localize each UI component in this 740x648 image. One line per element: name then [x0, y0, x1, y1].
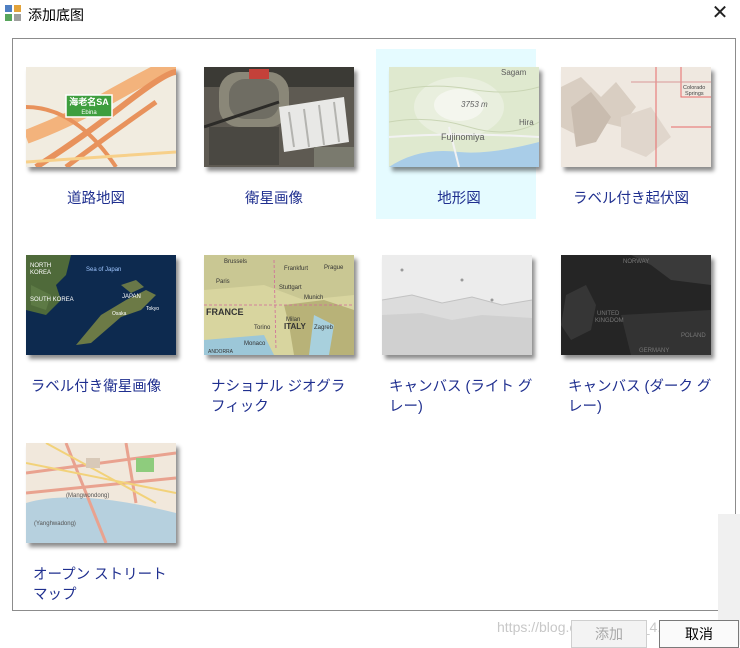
svg-text:Springs: Springs [685, 91, 704, 97]
svg-text:Brussels: Brussels [224, 259, 247, 265]
svg-text:POLAND: POLAND [681, 333, 706, 339]
svg-text:Tokyo: Tokyo [146, 306, 159, 312]
basemap-label: キャンバス (ダーク グレー) [568, 379, 712, 415]
svg-text:Osaka: Osaka [112, 311, 127, 317]
svg-text:Stuttgart: Stuttgart [279, 285, 302, 291]
basemap-dark-gray-canvas[interactable]: NORWAY UNITED KINGDOM POLAND GERMANY キャン… [548, 237, 711, 415]
svg-text:Sagam: Sagam [501, 68, 527, 77]
title-bar: 添加底图 ✕ [0, 0, 740, 28]
basemap-label: ラベル付き衛星画像 [30, 379, 162, 395]
basemap-shaded-relief-labels[interactable]: Colorado Springs ラベル付き起伏図 [548, 49, 711, 219]
basemap-imagery-labels[interactable]: NORTH KOREA Sea of Japan SOUTH KOREA JAP… [13, 237, 176, 407]
basemap-app-icon [5, 5, 21, 21]
svg-text:Sea of Japan: Sea of Japan [86, 267, 121, 273]
svg-text:UNITED: UNITED [597, 311, 620, 317]
svg-text:Munich: Munich [304, 295, 323, 301]
basemap-openstreetmap[interactable]: (Mangwondong) (Yanghwadong) オープン ストリート マ… [13, 425, 176, 603]
road-thumbnail: 海老名SA Ebina [26, 67, 176, 167]
basemap-label: オープン ストリート マップ [33, 567, 167, 603]
basemap-light-gray-canvas[interactable]: キャンバス (ライト グレー) [369, 237, 532, 415]
basemap-topographic[interactable]: 3753 m Fujinomiya Sagam Hira 地形図 [376, 49, 539, 219]
openstreetmap-thumbnail: (Mangwondong) (Yanghwadong) [26, 443, 176, 543]
svg-text:KINGDOM: KINGDOM [595, 318, 624, 324]
svg-text:ANDORRA: ANDORRA [208, 349, 234, 355]
relief-thumbnail: Colorado Springs [561, 67, 711, 167]
svg-text:SOUTH KOREA: SOUTH KOREA [30, 297, 74, 303]
light-gray-canvas-thumbnail [382, 255, 532, 355]
svg-text:(Yanghwadong): (Yanghwadong) [34, 521, 76, 527]
basemap-label: 衛星画像 [245, 191, 303, 207]
svg-text:Torino: Torino [254, 325, 271, 331]
svg-text:GERMANY: GERMANY [639, 348, 669, 354]
basemap-label: キャンバス (ライト グレー) [389, 379, 533, 415]
road-sign-label: 海老名SA [69, 96, 109, 107]
add-button[interactable]: 添加 [571, 620, 647, 648]
svg-text:Frankfurt: Frankfurt [284, 266, 308, 272]
basemap-gallery: 海老名SA Ebina 道路地図 衛星画像 3753 m Fujinomiya … [12, 38, 736, 611]
basemap-label: ラベル付き起伏図 [573, 191, 689, 207]
svg-text:FRANCE: FRANCE [206, 307, 244, 317]
cancel-button[interactable]: 取消 [659, 620, 739, 648]
imagery-labels-thumbnail: NORTH KOREA Sea of Japan SOUTH KOREA JAP… [26, 255, 176, 355]
svg-text:NORWAY: NORWAY [623, 259, 649, 265]
basemap-label: ナショナル ジオグラフィック [211, 379, 346, 415]
close-icon[interactable]: ✕ [708, 2, 732, 24]
basemap-label: 道路地図 [67, 191, 125, 207]
topographic-thumbnail: 3753 m Fujinomiya Sagam Hira [389, 67, 539, 167]
svg-text:Prague: Prague [324, 265, 344, 271]
basemap-satellite[interactable]: 衛星画像 [191, 49, 354, 219]
svg-text:KOREA: KOREA [30, 270, 51, 276]
dark-gray-canvas-thumbnail: NORWAY UNITED KINGDOM POLAND GERMANY [561, 255, 711, 355]
svg-text:Monaco: Monaco [244, 341, 266, 347]
satellite-thumbnail [204, 67, 354, 167]
svg-text:Zagreb: Zagreb [314, 325, 334, 331]
svg-text:Fujinomiya: Fujinomiya [441, 132, 485, 142]
basemap-road[interactable]: 海老名SA Ebina 道路地図 [13, 49, 176, 219]
basemap-label: 地形図 [437, 191, 481, 207]
svg-text:ITALY: ITALY [284, 322, 306, 331]
svg-text:Ebina: Ebina [81, 110, 97, 116]
dialog-title: 添加底图 [28, 7, 84, 23]
svg-text:3753 m: 3753 m [461, 100, 488, 109]
svg-text:NORTH: NORTH [30, 263, 51, 269]
svg-text:Hira: Hira [519, 118, 534, 127]
svg-text:JAPAN: JAPAN [122, 294, 141, 300]
national-geographic-thumbnail: Brussels Frankfurt Prague Paris Stuttgar… [204, 255, 354, 355]
svg-text:(Mangwondong): (Mangwondong) [66, 493, 109, 499]
svg-text:Paris: Paris [216, 279, 230, 285]
basemap-national-geographic[interactable]: Brussels Frankfurt Prague Paris Stuttgar… [191, 237, 354, 415]
